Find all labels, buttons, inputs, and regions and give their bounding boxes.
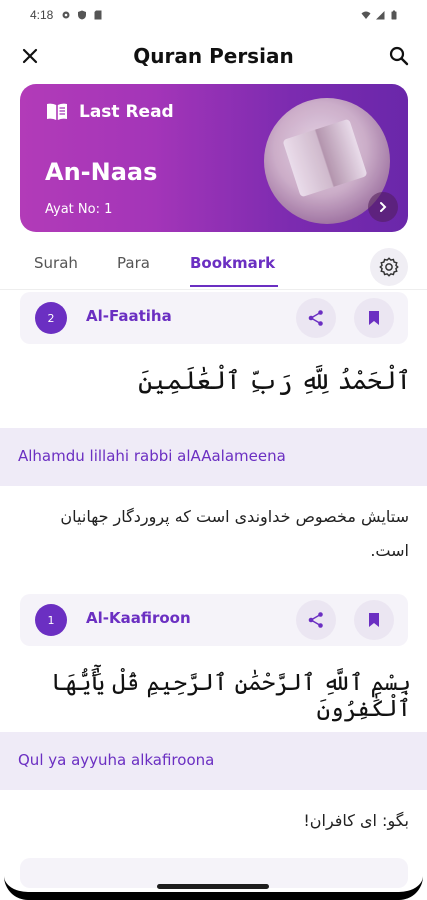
last-read-card[interactable]: Last Read An-Naas Ayat No: 1 bbox=[20, 84, 408, 232]
bookmark-button[interactable] bbox=[354, 298, 394, 338]
chevron-right-icon bbox=[380, 202, 387, 212]
share-icon bbox=[308, 612, 323, 628]
signal-icon bbox=[376, 11, 385, 20]
book-illustration bbox=[282, 118, 368, 198]
settings-gear-icon bbox=[62, 11, 70, 19]
last-read-open-button[interactable] bbox=[368, 192, 398, 222]
sd-card-icon bbox=[94, 10, 102, 20]
arabic-verse: بِسْمِ ٱللَّهِ ٱلرَّحْمَٰنِ ٱلرَّحِيمِ ق… bbox=[51, 670, 411, 722]
bookmark-surah-name: Al-Kaafiroon bbox=[86, 609, 191, 627]
bookmark-icon bbox=[369, 311, 379, 325]
tabs-divider bbox=[0, 289, 427, 290]
tab-bookmark[interactable]: Bookmark bbox=[190, 254, 275, 272]
verse-number-badge: 1 bbox=[35, 604, 67, 636]
open-book-icon bbox=[47, 103, 67, 120]
last-read-surah: An-Naas bbox=[45, 158, 158, 186]
search-button[interactable] bbox=[387, 44, 411, 68]
status-system-icons bbox=[361, 10, 399, 20]
settings-button[interactable] bbox=[370, 248, 408, 286]
share-button[interactable] bbox=[296, 298, 336, 338]
bookmark-header[interactable]: 2 Al-Faatiha bbox=[20, 292, 408, 344]
close-button[interactable] bbox=[18, 44, 42, 68]
tab-para[interactable]: Para bbox=[117, 254, 150, 272]
wifi-icon bbox=[361, 11, 371, 19]
transliteration-band: Qul ya ayyuha alkafiroona bbox=[0, 732, 427, 790]
status-time: 4:18 bbox=[30, 8, 54, 22]
last-read-label: Last Read bbox=[79, 102, 174, 122]
bookmark-header[interactable]: 1 Al-Kaafiroon bbox=[20, 594, 408, 646]
close-icon bbox=[22, 48, 38, 64]
arabic-verse: ٱلْحَمْدُ لِلَّهِ رَبِّ ٱلْعَٰلَمِينَ bbox=[138, 366, 411, 395]
transliteration-text: Alhamdu lillahi rabbi alAAalameena bbox=[18, 447, 286, 465]
share-button[interactable] bbox=[296, 600, 336, 640]
page-title: Quran Persian bbox=[133, 44, 294, 68]
status-notification-icons bbox=[61, 10, 103, 20]
tab-bar: Surah Para Bookmark bbox=[0, 248, 427, 288]
active-tab-indicator bbox=[190, 285, 278, 287]
bookmark-button[interactable] bbox=[354, 600, 394, 640]
persian-translation: ستایش مخصوص خداوندی است که پروردگار جهان… bbox=[60, 507, 409, 560]
transliteration-text: Qul ya ayyuha alkafiroona bbox=[18, 751, 215, 769]
battery-icon bbox=[391, 10, 397, 20]
tab-surah[interactable]: Surah bbox=[34, 254, 78, 272]
verse-number-badge: 2 bbox=[35, 302, 67, 334]
share-icon bbox=[308, 310, 323, 326]
last-read-ayat: Ayat No: 1 bbox=[45, 202, 113, 217]
shield-icon bbox=[78, 10, 87, 20]
last-read-header: Last Read bbox=[45, 102, 174, 122]
persian-translation: بگو: ای کافران! bbox=[303, 811, 409, 830]
status-bar: 4:18 bbox=[0, 0, 427, 30]
bookmark-surah-name: Al-Faatiha bbox=[86, 307, 172, 325]
transliteration-band: Alhamdu lillahi rabbi alAAalameena bbox=[0, 428, 427, 486]
search-icon bbox=[389, 46, 409, 66]
bookmark-icon bbox=[369, 613, 379, 627]
app-bar: Quran Persian bbox=[0, 36, 427, 76]
gear-icon bbox=[379, 257, 399, 277]
gesture-nav-handle[interactable] bbox=[157, 884, 269, 889]
